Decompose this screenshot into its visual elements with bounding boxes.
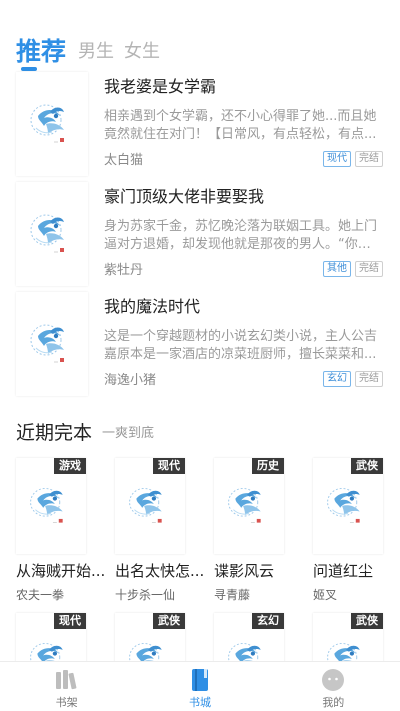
book-title: 问道红尘 [313, 562, 374, 580]
genre-tag: 现代 [54, 613, 86, 629]
status-tag: 完结 [355, 371, 383, 387]
book-list-item[interactable]: 豪门顶级大佬非要娶我 身为苏家千金，苏忆晚沦落为联姻工具。她上门逼对方退婚，却发… [0, 182, 400, 292]
status-tag: 完结 [355, 151, 383, 167]
tab-recommended[interactable]: 推荐 [16, 38, 66, 70]
status-tag: 完结 [355, 261, 383, 277]
genre-tag: 玄幻 [252, 613, 284, 629]
nav-label: 书架 [55, 696, 78, 709]
nav-profile[interactable]: 我的 [267, 662, 400, 711]
genre-tag: 历史 [252, 458, 284, 474]
genre-tag: 其他 [323, 261, 351, 277]
book-cover [16, 72, 88, 176]
grid-book-item[interactable]: 历史 谍影风云 寻青藤 [214, 458, 304, 603]
book-author: 十步杀一仙 [115, 588, 176, 602]
section-subtitle: 一爽到底 [102, 426, 155, 441]
book-title: 出名太快怎... [115, 562, 203, 580]
section-title: 近期完本 [16, 422, 93, 444]
active-tab-indicator [21, 67, 37, 71]
book-list-item[interactable]: 我的魔法时代 这是一个穿越题材的小说玄幻类小说，主人公吉嘉原本是一家酒店的凉菜班… [0, 292, 400, 402]
book-cover: 游戏 [16, 458, 86, 554]
book-author: 太白猫 [104, 153, 144, 168]
genre-tag: 武侠 [351, 613, 383, 629]
book-title: 豪门顶级大佬非要娶我 [104, 187, 265, 206]
book-description: 身为苏家千金，苏忆晚沦落为联姻工具。她上门逼对方退婚，却发现他就是那夜的男人。“… [104, 219, 378, 252]
book-list-item[interactable]: 我老婆是女学霸 相亲遇到个女学霸，还不小心得罪了她...而且她竟然就住在对门！【… [0, 72, 400, 182]
bottom-nav: 书架 书城 我的 [0, 661, 400, 711]
book-author: 寻青藤 [214, 588, 251, 602]
book-author: 姬叉 [313, 588, 338, 602]
genre-tag: 武侠 [351, 458, 383, 474]
book-cover [16, 182, 88, 286]
book-cover: 现代 [115, 458, 185, 554]
grid-book-item[interactable]: 现代 出名太快怎... 十步杀一仙 [115, 458, 205, 603]
tab-female[interactable]: 女生 [124, 41, 160, 70]
nav-label: 我的 [322, 696, 345, 709]
genre-tag: 现代 [153, 458, 185, 474]
grid-book-item[interactable]: 游戏 从海贼开始... 农夫一拳 [16, 458, 106, 603]
book-tags: 玄幻 完结 [319, 371, 383, 387]
nav-bookstore[interactable]: 书城 [133, 662, 266, 711]
grid-book-item[interactable]: 武侠 问道红尘 姬叉 [313, 458, 400, 603]
book-title: 谍影风云 [214, 562, 275, 580]
book-tags: 其他 完结 [319, 261, 383, 277]
book-cover [16, 292, 88, 396]
book-author: 海逸小猪 [104, 373, 157, 388]
genre-tag: 玄幻 [323, 371, 351, 387]
book-tags: 现代 完结 [319, 151, 383, 167]
genre-tag: 游戏 [54, 458, 86, 474]
genre-tag: 现代 [323, 151, 351, 167]
nav-label: 书城 [188, 696, 211, 709]
book-author: 农夫一拳 [16, 588, 65, 602]
nav-bookshelf[interactable]: 书架 [0, 662, 133, 711]
book-cover: 历史 [214, 458, 284, 554]
book-author: 紫牡丹 [104, 263, 144, 278]
book-title: 我老婆是女学霸 [104, 77, 217, 96]
book-title: 我的魔法时代 [104, 297, 201, 316]
tab-male[interactable]: 男生 [78, 41, 114, 70]
genre-tag: 武侠 [153, 613, 185, 629]
book-description: 这是一个穿越题材的小说玄幻类小说，主人公吉嘉原本是一家酒店的凉菜班厨师，擅长菜菜… [104, 329, 378, 362]
book-title: 从海贼开始... [16, 562, 104, 580]
book-description: 相亲遇到个女学霸，还不小心得罪了她...而且她竟然就住在对门！【日常风，有点轻松… [104, 109, 377, 142]
bookstore-icon [191, 669, 208, 691]
book-cover: 武侠 [313, 458, 383, 554]
profile-icon [322, 669, 345, 691]
category-tabs: 推荐 男生 女生 [16, 30, 170, 70]
bookshelf-icon [55, 670, 77, 690]
